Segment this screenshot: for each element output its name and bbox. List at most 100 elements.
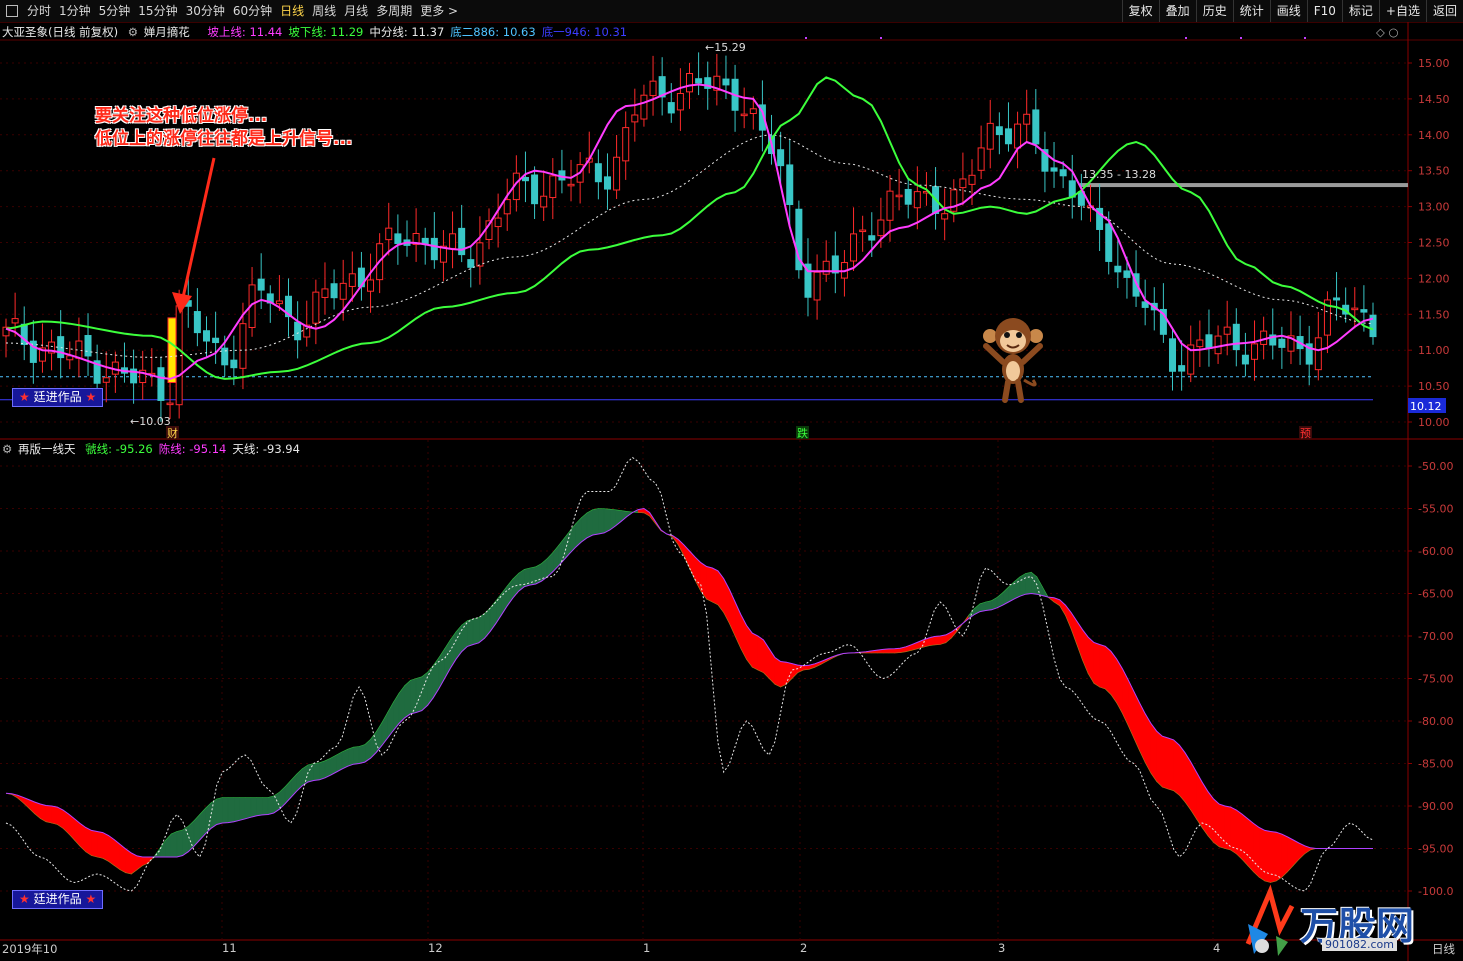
price-tick-label: 13.00 bbox=[1418, 201, 1450, 214]
candle-body bbox=[667, 102, 675, 114]
ribbon-segment bbox=[216, 797, 223, 825]
candle-body bbox=[740, 113, 748, 117]
ribbon-segment bbox=[763, 638, 770, 680]
ribbon-segment bbox=[45, 805, 52, 824]
min-price-label: ←10.03 bbox=[130, 415, 171, 428]
candle-body bbox=[603, 176, 611, 190]
ribbon-segment bbox=[415, 676, 423, 713]
ribbon-segment bbox=[307, 763, 314, 783]
candle-body bbox=[686, 73, 693, 93]
ribbon-segment bbox=[757, 635, 764, 674]
ribbon-segment bbox=[1224, 805, 1231, 851]
candle-body bbox=[1169, 338, 1177, 372]
candle-body bbox=[913, 191, 921, 209]
annotation-line-1: 要关注这种低位涨停... bbox=[95, 106, 268, 126]
candle-body bbox=[449, 233, 457, 249]
candle-body bbox=[995, 126, 1003, 136]
max-price-label: ←15.29 bbox=[705, 41, 746, 54]
candle-body bbox=[640, 94, 648, 120]
ribbon-segment bbox=[1025, 571, 1032, 595]
author-badge-bottom: ★ 廷进作品 ★ bbox=[12, 890, 104, 909]
candle-body bbox=[212, 337, 220, 344]
ribbon-segment bbox=[985, 600, 992, 611]
candle-body bbox=[622, 127, 630, 162]
ribbon-segment bbox=[1173, 739, 1180, 796]
ribbon-segment bbox=[1110, 650, 1117, 704]
range-label: 13.35 - 13.28 bbox=[1082, 168, 1156, 181]
candle-body bbox=[166, 402, 174, 406]
event-marker: 预 bbox=[1300, 427, 1311, 440]
ribbon-segment bbox=[1036, 575, 1043, 596]
candle-body bbox=[321, 288, 329, 298]
time-label-6: 4 bbox=[1213, 941, 1221, 955]
candle-body bbox=[695, 78, 703, 84]
candle-body bbox=[367, 279, 375, 292]
ribbon-segment bbox=[1253, 822, 1260, 878]
ribbon-segment bbox=[1150, 722, 1157, 783]
ribbon-segment bbox=[888, 648, 895, 654]
ribbon-segment bbox=[51, 805, 58, 825]
candle-body bbox=[904, 188, 912, 205]
ribbon-segment bbox=[586, 509, 593, 539]
candle-body bbox=[102, 377, 110, 383]
value-tick-label: -75.00 bbox=[1418, 673, 1453, 686]
ribbon-segment bbox=[319, 760, 326, 781]
ribbon-segment bbox=[267, 795, 274, 815]
candle-body bbox=[1178, 365, 1186, 372]
ribbon-segment bbox=[244, 797, 252, 820]
candle-body bbox=[193, 311, 201, 334]
price-tick-label: 10.00 bbox=[1418, 416, 1450, 429]
ribbon-segment bbox=[712, 567, 719, 606]
time-label-1: 11 bbox=[222, 941, 237, 955]
ribbon-segment bbox=[774, 656, 781, 688]
candle-body bbox=[202, 330, 210, 342]
candle-body bbox=[1032, 109, 1040, 145]
candle-body bbox=[521, 176, 529, 182]
ribbon-segment bbox=[1264, 830, 1271, 883]
value-tick-label: -80.00 bbox=[1418, 715, 1453, 728]
candle-body bbox=[1105, 223, 1113, 262]
ribbon-segment bbox=[404, 679, 411, 719]
candle-body bbox=[84, 335, 92, 357]
candle-body bbox=[886, 190, 894, 221]
price-tick-label: 14.50 bbox=[1418, 93, 1450, 106]
candle-body bbox=[1351, 307, 1359, 311]
ribbon-segment bbox=[341, 748, 349, 770]
ribbon-segment bbox=[347, 746, 354, 767]
candle-body bbox=[567, 183, 575, 187]
ribbon-segment bbox=[353, 746, 360, 765]
ribbon-segment bbox=[398, 684, 405, 725]
star-icon: ★ bbox=[85, 892, 97, 906]
annotation-line-2: 低位上的涨停往往都是上升信号... bbox=[95, 129, 353, 149]
ribbon-segment bbox=[182, 825, 189, 857]
candle-body bbox=[257, 278, 265, 291]
ribbon-segment bbox=[1105, 645, 1112, 696]
ribbon-segment bbox=[1013, 576, 1021, 600]
candle-body bbox=[859, 229, 867, 233]
ribbon-segment bbox=[233, 797, 240, 823]
candle-body bbox=[968, 174, 976, 185]
signal-dot bbox=[1240, 37, 1242, 39]
event-marker: 财 bbox=[167, 426, 178, 440]
ribbon-segment bbox=[96, 831, 104, 859]
ribbon-segment bbox=[1247, 818, 1254, 873]
ribbon-segment bbox=[102, 832, 109, 862]
ribbon-segment bbox=[131, 852, 138, 875]
ribbon-segment bbox=[620, 510, 628, 522]
ribbon-segment bbox=[1179, 744, 1186, 803]
candle-body bbox=[1050, 167, 1058, 172]
price-tick-label: 14.00 bbox=[1418, 129, 1450, 142]
price-tick-label: 10.50 bbox=[1418, 380, 1450, 393]
candle-body bbox=[330, 283, 338, 299]
candle-body bbox=[239, 323, 247, 369]
candle-body bbox=[1114, 265, 1122, 273]
candle-body bbox=[1205, 334, 1213, 349]
price-tick-label: 11.00 bbox=[1418, 344, 1450, 357]
ribbon-segment bbox=[1162, 735, 1169, 790]
ribbon-segment bbox=[222, 797, 229, 824]
signal-dot bbox=[1185, 37, 1187, 39]
candle-body bbox=[275, 300, 283, 305]
candle-body bbox=[476, 242, 484, 267]
limit-up-candle bbox=[167, 317, 177, 384]
candle-body bbox=[868, 235, 876, 241]
